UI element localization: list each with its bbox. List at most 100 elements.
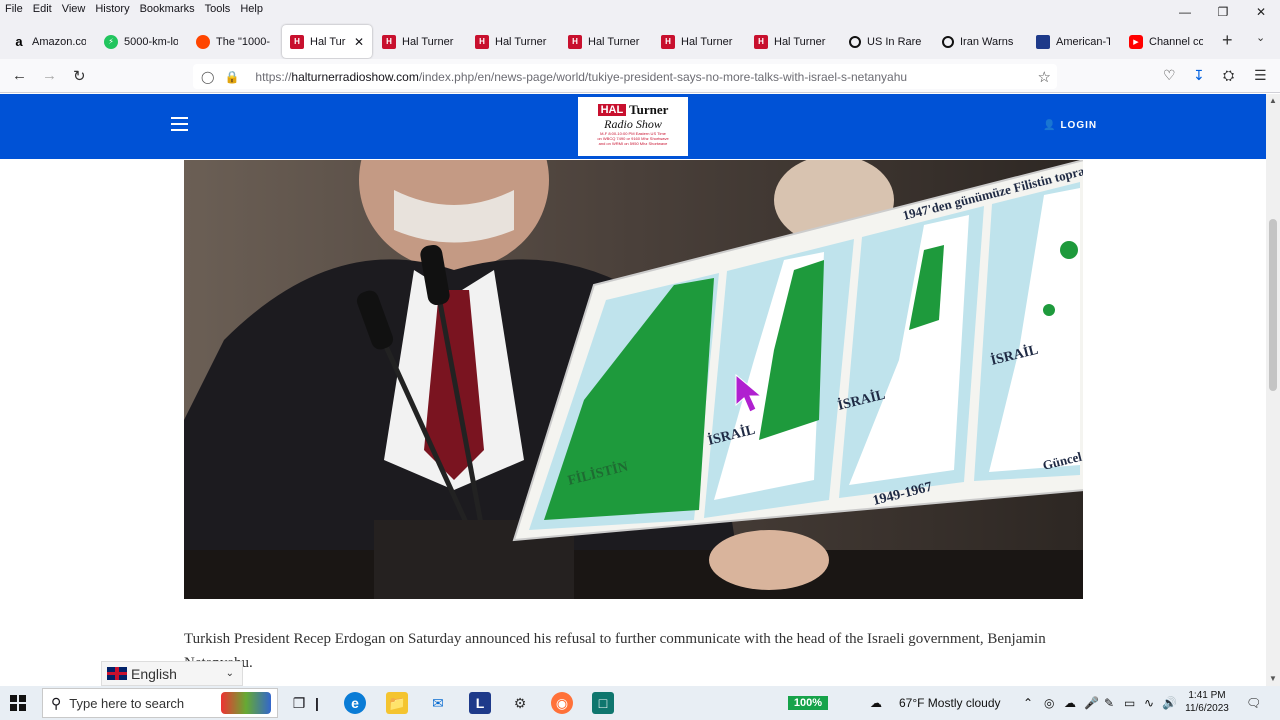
extensions-icon[interactable]: ⛭ — [1223, 67, 1234, 84]
menu-tools[interactable]: Tools — [200, 3, 236, 15]
tab-label: Hal Turner — [310, 35, 346, 48]
bookmark-star-icon[interactable]: ☆ — [1038, 68, 1051, 86]
tab-reddit[interactable]: The "1000-m — [188, 25, 278, 58]
menu-help[interactable]: Help — [235, 3, 268, 15]
menu-history[interactable]: History — [90, 3, 134, 15]
tab-label: Amazon.com — [32, 35, 86, 48]
tab-hal-turner[interactable]: H Hal Turner R — [746, 25, 836, 58]
o-icon — [942, 35, 954, 48]
tab-bar: a Amazon.com ⚡ 5000-km-lon The "1000-m H… — [0, 17, 1280, 59]
editor-icon[interactable]: □ — [592, 692, 614, 714]
pocket-icon[interactable]: ♡ — [1163, 67, 1176, 84]
network-icon[interactable]: ◎ — [1044, 686, 1054, 720]
menu-edit[interactable]: Edit — [28, 3, 57, 15]
file-explorer-icon[interactable]: 📁 — [386, 692, 408, 714]
clock-time: 1:41 PM — [1188, 690, 1226, 701]
mail-icon[interactable]: ✉ — [427, 692, 449, 714]
list-tabs-icon[interactable]: ⌄ — [1256, 31, 1265, 44]
scroll-up-icon[interactable]: ▲ — [1269, 96, 1277, 105]
windows-start-icon[interactable] — [10, 695, 26, 711]
download-icon[interactable]: ↧ — [1193, 67, 1205, 84]
tab-label: Iran Warns A — [960, 35, 1016, 48]
new-tab-icon[interactable]: + — [1222, 30, 1233, 51]
search-placeholder: Type here to search — [69, 695, 185, 711]
tab-hal-turner[interactable]: H Hal Turner R — [653, 25, 743, 58]
site-icon — [1036, 34, 1050, 49]
hal-icon: H — [475, 34, 489, 49]
tab-hal-turner-active[interactable]: H Hal Turner ✕ — [282, 25, 372, 58]
tab-hal-turner[interactable]: H Hal Turner R — [560, 25, 650, 58]
back-icon[interactable]: ← — [12, 67, 27, 84]
menu-bookmarks[interactable]: Bookmarks — [135, 3, 200, 15]
tab-us-in-rare[interactable]: US In Rare M — [841, 25, 931, 58]
article-hero-image: 1947'den günümüze Filistin toprakları Fİ… — [184, 160, 1083, 599]
pen-icon[interactable]: ✎ — [1104, 686, 1114, 720]
edge-icon[interactable]: e — [344, 692, 366, 714]
url-text[interactable]: https://halturnerradioshow.com/index.php… — [255, 70, 907, 84]
search-icon: ⚲ — [51, 694, 62, 711]
logo-schedule: and on WRMI on 5950 Mhz Shortwave — [598, 141, 668, 146]
close-tab-icon[interactable]: ✕ — [354, 35, 364, 49]
hal-icon: H — [754, 34, 768, 49]
youtube-icon: ▶ — [1129, 34, 1143, 49]
tab-hal-turner[interactable]: H Hal Turner R — [467, 25, 557, 58]
taskbar-search[interactable]: ⚲ Type here to search — [42, 688, 278, 718]
green-circle-icon: ⚡ — [104, 34, 118, 49]
forward-icon[interactable]: → — [42, 67, 57, 84]
tab-american-tu[interactable]: American-Tu — [1028, 25, 1118, 58]
task-view-icon[interactable]: ❐ — [288, 692, 310, 714]
article-caption: Turkish President Recep Erdogan on Satur… — [184, 631, 1046, 671]
web-page: HAL Turner Radio Show M-F 8:00-10:00 PM … — [0, 94, 1266, 686]
firefox-icon[interactable]: ◉ — [551, 692, 573, 714]
page-scrollbar[interactable]: ▲ ▼ — [1266, 94, 1280, 686]
menu-view[interactable]: View — [57, 3, 91, 15]
reddit-icon — [196, 34, 210, 49]
wifi-icon[interactable]: ∿ — [1144, 686, 1154, 720]
hal-icon: H — [661, 34, 675, 49]
menu-bar: File Edit View History Bookmarks Tools H… — [0, 0, 1280, 17]
tab-iran-warns[interactable]: Iran Warns A — [934, 25, 1024, 58]
l-app-icon[interactable]: L — [469, 692, 491, 714]
tab-5000-km[interactable]: ⚡ 5000-km-lon — [96, 25, 186, 58]
hamburger-menu-icon[interactable] — [171, 117, 188, 131]
tab-label: US In Rare M — [867, 35, 923, 48]
navigation-bar: ← → ↻ ◯ 🔒 https://halturnerradioshow.com… — [0, 59, 1280, 93]
notifications-icon[interactable]: 🗨 — [1246, 686, 1261, 720]
hero-illustration: 1947'den günümüze Filistin toprakları Fİ… — [184, 160, 1083, 599]
taskbar: ⚲ Type here to search ❐ | e 📁 ✉ L ⚙ ◉ □ … — [0, 686, 1280, 720]
tab-label: Hal Turner R — [774, 35, 828, 48]
tab-label: The "1000-m — [216, 35, 270, 48]
app-icon[interactable]: ⚙ — [509, 692, 531, 714]
scroll-down-icon[interactable]: ▼ — [1269, 674, 1277, 683]
menu-file[interactable]: File — [0, 3, 28, 15]
menu-icon[interactable]: ☰ — [1254, 67, 1267, 84]
reload-icon[interactable]: ↻ — [73, 67, 86, 85]
battery-icon[interactable]: ▭ — [1124, 686, 1135, 720]
tab-youtube[interactable]: ▶ Channel cont — [1121, 25, 1211, 58]
system-clock[interactable]: 1:41 PM 11/6/2023 — [1182, 689, 1232, 715]
url-path: /index.php/en/news-page/world/tukiye-pre… — [418, 69, 908, 84]
clock-date: 11/6/2023 — [1185, 703, 1229, 714]
o-icon — [849, 35, 861, 48]
hal-icon: H — [382, 34, 396, 49]
volume-icon[interactable]: 🔊 — [1162, 686, 1177, 720]
lock-icon[interactable]: 🔒 — [224, 70, 239, 84]
site-logo[interactable]: HAL Turner Radio Show M-F 8:00-10:00 PM … — [578, 97, 688, 156]
language-label: English — [131, 665, 177, 682]
shield-icon[interactable]: ◯ — [201, 70, 214, 84]
login-button[interactable]: 👤 LOGIN — [1043, 120, 1097, 131]
cloud-icon[interactable]: ☁ — [1064, 686, 1076, 720]
search-highlight-icon — [221, 692, 271, 714]
language-selector[interactable]: English ⌄ — [101, 661, 243, 686]
weather-text[interactable]: 67°F Mostly cloudy — [899, 686, 1001, 720]
weather-icon[interactable]: ☁ — [870, 686, 882, 720]
scrollbar-thumb[interactable] — [1269, 219, 1277, 391]
microphone-icon[interactable]: 🎤 — [1084, 686, 1099, 720]
tab-hal-turner[interactable]: H Hal Turner R — [374, 25, 464, 58]
chevron-up-icon[interactable]: ⌃ — [1023, 686, 1033, 720]
tab-amazon[interactable]: a Amazon.com — [4, 25, 94, 58]
url-bar[interactable]: ◯ 🔒 https://halturnerradioshow.com/index… — [193, 64, 1057, 89]
logo-radio-show: Radio Show — [604, 117, 662, 131]
battery-indicator[interactable]: 100% — [788, 696, 828, 710]
tab-label: Hal Turner R — [495, 35, 549, 48]
